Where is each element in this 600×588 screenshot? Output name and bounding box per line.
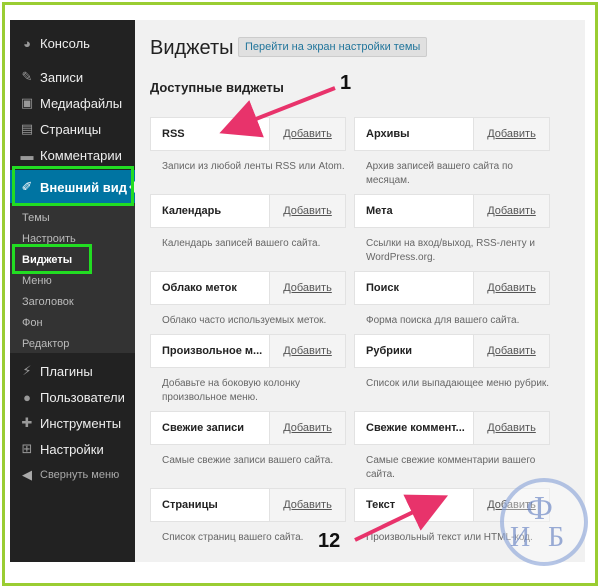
- watermark-logo: Ф И Б: [500, 478, 588, 566]
- arrow-to-last-widget: [354, 494, 449, 542]
- arrow-to-first-widget: [219, 86, 336, 138]
- annotation-number-last: 12: [318, 530, 341, 552]
- logo-letter: Б: [548, 522, 565, 553]
- logo-letter: И: [510, 522, 531, 553]
- annotation-number-first: 1: [340, 72, 352, 94]
